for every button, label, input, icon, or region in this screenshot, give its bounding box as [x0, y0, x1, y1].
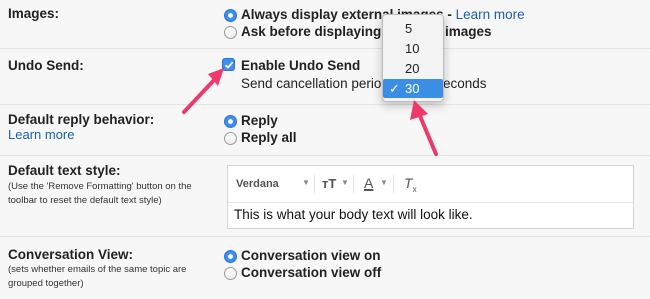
- color-dropdown-caret-icon[interactable]: ▼: [380, 178, 388, 187]
- reply-behavior-label: Default reply behavior:: [8, 112, 155, 127]
- enable-undo-send-label[interactable]: Enable Undo Send: [241, 58, 360, 73]
- ask-before-displaying-radio[interactable]: [224, 26, 237, 39]
- conversation-off-option[interactable]: Conversation view off: [241, 265, 381, 280]
- text-style-help: (Use the 'Remove Formatting' button on t…: [8, 181, 192, 206]
- conversation-view-help: (sets whether emails of the same topic a…: [8, 264, 187, 289]
- text-size-icon[interactable]: ᴛT: [322, 176, 336, 191]
- remove-formatting-icon[interactable]: Tx: [404, 175, 417, 194]
- formatting-toolbar: Verdana ▼ ᴛT ▼ A ▼ Tx: [228, 166, 633, 203]
- period-option-10[interactable]: 10: [383, 39, 443, 58]
- conversation-on-option[interactable]: Conversation view on: [241, 248, 381, 263]
- font-dropdown-caret-icon[interactable]: ▼: [302, 178, 310, 187]
- text-style-label: Default text style:: [8, 163, 121, 178]
- toolbar-divider: [314, 175, 315, 193]
- undo-send-setting-row: Undo Send: Enable Undo Send Send cancell…: [0, 49, 650, 105]
- annotation-arrow-icon: [182, 68, 224, 114]
- always-display-images-radio[interactable]: [224, 9, 237, 22]
- size-dropdown-caret-icon[interactable]: ▼: [341, 178, 349, 187]
- undo-send-label: Undo Send:: [8, 58, 84, 73]
- images-setting-row: Images: Always display external images -…: [0, 0, 650, 49]
- reply-option[interactable]: Reply: [241, 113, 278, 128]
- selected-check-icon: ✓: [389, 81, 400, 96]
- images-learn-more-link[interactable]: Learn more: [456, 7, 525, 22]
- period-option-5[interactable]: 5: [383, 19, 443, 38]
- cancellation-period-dropdown[interactable]: 5 10 20 ✓ 30: [382, 14, 444, 102]
- conversation-view-label: Conversation View:: [8, 247, 134, 262]
- cancellation-period-label: Send cancellation perio: [241, 76, 382, 91]
- ask-before-displaying-label[interactable]: Ask before displaying e: [241, 24, 393, 39]
- sample-body-text: This is what your body text will look li…: [234, 207, 473, 222]
- toolbar-divider: [353, 175, 354, 193]
- reply-all-option[interactable]: Reply all: [241, 130, 297, 145]
- text-color-icon[interactable]: A: [364, 175, 373, 191]
- ask-before-displaying-label-end[interactable]: images: [445, 24, 492, 39]
- toolbar-divider: [393, 175, 394, 193]
- reply-behavior-setting-row: Default reply behavior: Learn more Reply…: [0, 105, 650, 156]
- cancellation-period-label-end: econds: [443, 76, 487, 91]
- conversation-view-setting-row: Conversation View: (sets whether emails …: [0, 237, 650, 299]
- reply-learn-more-link[interactable]: Learn more: [8, 127, 74, 142]
- conversation-on-radio[interactable]: [224, 250, 237, 263]
- reply-all-radio[interactable]: [224, 132, 237, 145]
- text-style-editor[interactable]: Verdana ▼ ᴛT ▼ A ▼ Tx This is what your …: [227, 165, 634, 229]
- annotation-arrow-icon: [410, 100, 438, 156]
- period-option-20[interactable]: 20: [383, 59, 443, 78]
- conversation-off-radio[interactable]: [224, 267, 237, 280]
- font-selector[interactable]: Verdana: [236, 178, 279, 190]
- images-label: Images:: [8, 6, 60, 21]
